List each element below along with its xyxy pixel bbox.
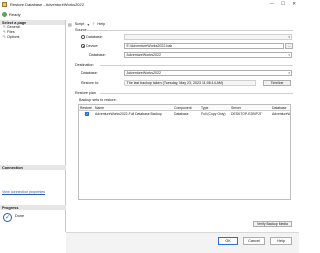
ready-icon xyxy=(2,12,7,17)
status-bar: Ready xyxy=(0,10,299,19)
backup-set-component: Database xyxy=(174,112,189,116)
source-database-value: AdventureWorks2022 xyxy=(126,53,162,57)
restore-plan-group-label: Restore plan xyxy=(75,91,96,95)
window-controls: — ☐ ✕ xyxy=(270,1,296,7)
verify-backup-media-button[interactable]: Verify Backup Media xyxy=(253,221,292,227)
column-header-restore[interactable]: Restore xyxy=(80,106,92,110)
chevron-down-icon: ▾ xyxy=(288,53,290,57)
view-connection-properties-link[interactable]: View connection properties xyxy=(2,190,45,194)
backup-sets-label: Backup sets to restore: xyxy=(79,98,117,102)
backup-set-server: DESKTOP-E2BIPJT xyxy=(231,112,262,116)
destination-divider xyxy=(100,65,293,66)
radio-selected-icon xyxy=(81,44,85,48)
column-header-name[interactable]: Name xyxy=(95,106,104,110)
source-group-label: Source xyxy=(75,28,87,32)
database-radio[interactable]: Database: xyxy=(81,35,103,39)
status-text: Ready xyxy=(9,12,21,17)
sidebar: Select a page ✎ General ✎ Files ✎ Option… xyxy=(0,20,66,232)
column-header-database[interactable]: Database xyxy=(272,106,287,110)
device-radio[interactable]: Device: xyxy=(81,44,98,48)
backup-sets-grid: Restore Name Component Type Server Datab… xyxy=(78,104,291,200)
sidebar-item-options[interactable]: ✎ Options xyxy=(0,35,65,40)
minimize-button[interactable]: — xyxy=(270,1,275,7)
table-row[interactable]: ✓ AdventureWorks2022-Full Database Backu… xyxy=(79,111,291,117)
restore-checkbox[interactable]: ✓ xyxy=(85,111,90,117)
device-path-field[interactable]: E:\AdventureWorks2022.bak xyxy=(124,43,284,49)
destination-database-dropdown[interactable]: AdventureWorks2022 ▾ xyxy=(124,70,292,76)
script-button[interactable]: Script xyxy=(75,22,85,26)
restore-to-field: The last backup taken (Tuesday, May 23, … xyxy=(124,80,256,86)
source-database-dropdown[interactable]: AdventureWorks2022 ▾ xyxy=(124,52,292,58)
help-button[interactable]: Help xyxy=(270,237,292,245)
help-icon: ? xyxy=(92,22,95,26)
progress-header: Progress xyxy=(0,205,66,210)
progress-status: ✓ Done xyxy=(3,213,24,222)
grid-header: Restore Name Component Type Server Datab… xyxy=(79,105,290,111)
help-toolbar-button[interactable]: Help xyxy=(97,22,105,26)
progress-status-text: Done xyxy=(15,214,25,218)
sidebar-item-label: Files xyxy=(7,30,15,35)
sidebar-item-label: General xyxy=(7,25,20,30)
source-database-select[interactable]: ▾ xyxy=(124,34,292,40)
script-icon: ▤ xyxy=(68,22,72,27)
column-header-type[interactable]: Type xyxy=(201,106,208,110)
source-divider xyxy=(87,30,293,31)
chevron-down-icon: ▾ xyxy=(288,35,290,39)
maximize-button[interactable]: ☐ xyxy=(281,1,285,7)
destination-database-value: AdventureWorks2022 xyxy=(126,71,162,75)
column-header-component[interactable]: Component xyxy=(174,106,192,110)
radio-circle-icon xyxy=(81,35,85,39)
source-database-label: Database: xyxy=(89,53,106,57)
cancel-button[interactable]: Cancel xyxy=(243,237,265,245)
chevron-down-icon[interactable]: ▾ xyxy=(87,22,89,27)
ok-button[interactable]: OK xyxy=(218,237,238,245)
destination-group-label: Destination xyxy=(75,63,94,67)
backup-set-type: Full (Copy Only) xyxy=(201,112,226,116)
title-bar: Restore Database - AdventureWorks2022 — … xyxy=(0,0,299,9)
browse-device-button[interactable]: ... xyxy=(285,43,293,49)
checkmark-icon: ✓ xyxy=(3,213,12,222)
restore-to-label: Restore to: xyxy=(81,81,100,85)
column-header-server[interactable]: Server xyxy=(231,106,241,110)
toolbar: ▤ Script ▾ ? Help xyxy=(68,21,105,27)
database-icon xyxy=(2,2,7,7)
destination-database-label: Database: xyxy=(81,71,98,75)
database-radio-label: Database: xyxy=(86,35,103,39)
chevron-down-icon: ▾ xyxy=(288,71,290,75)
connection-header: Connection xyxy=(0,165,66,170)
restore-plan-divider xyxy=(100,93,293,94)
backup-set-database: AdventureW xyxy=(272,112,291,116)
sidebar-item-label: Options xyxy=(7,34,20,39)
backup-set-name: AdventureWorks2022-Full Database Backup xyxy=(95,112,162,116)
device-radio-label: Device: xyxy=(86,44,99,48)
timeline-button[interactable]: Timeline xyxy=(263,80,291,86)
close-button[interactable]: ✕ xyxy=(292,1,296,7)
window-title: Restore Database - AdventureWorks2022 xyxy=(10,2,84,7)
